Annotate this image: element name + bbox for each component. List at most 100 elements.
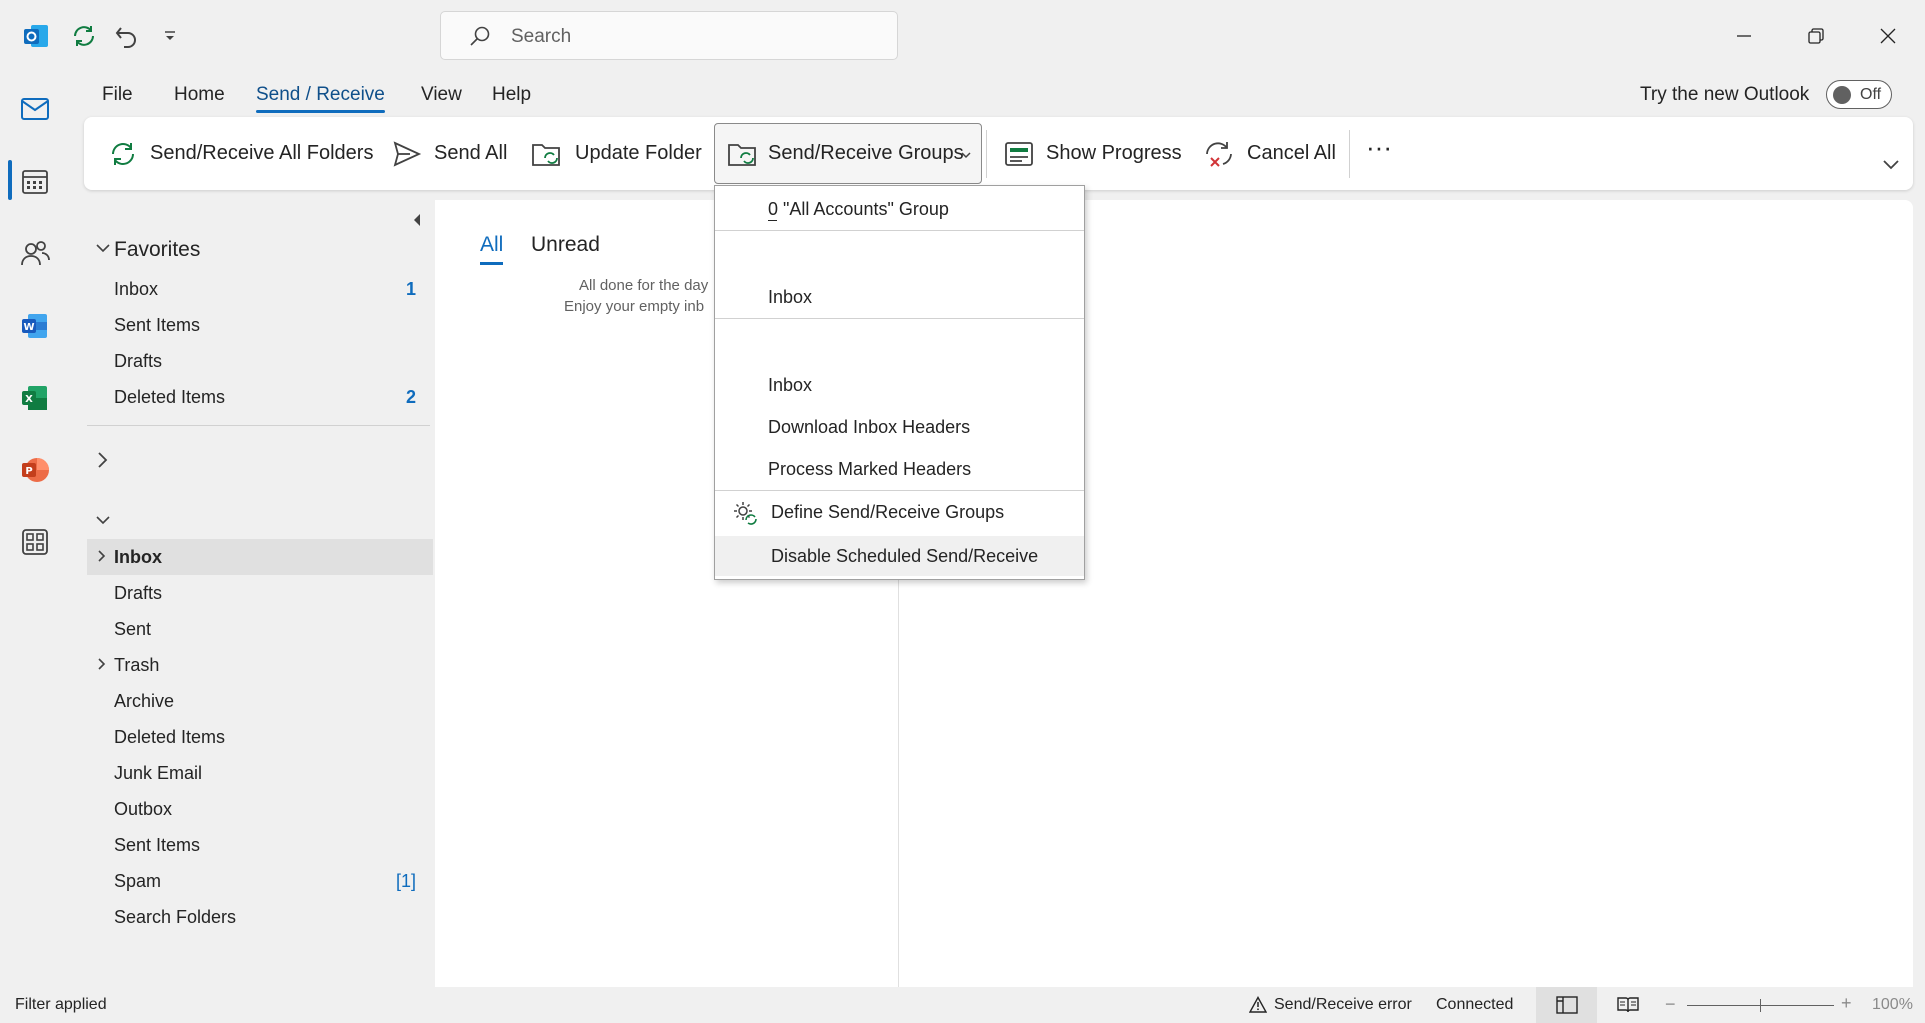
send-receive-error[interactable]: Send/Receive error: [1274, 996, 1412, 1014]
apps-icon[interactable]: [14, 521, 56, 563]
menu-item-process-marked-headers[interactable]: Process Marked Headers: [715, 449, 1084, 489]
menu-item-label: 0 "All Accounts" Group: [768, 198, 949, 219]
tab-help[interactable]: Help: [492, 84, 531, 106]
mail-icon[interactable]: [14, 88, 56, 130]
update-folder-button[interactable]: Update Folder: [531, 117, 702, 190]
powerpoint-icon[interactable]: P: [14, 449, 56, 491]
folder-label: Archive: [114, 690, 175, 711]
folder-item[interactable]: Outbox: [87, 791, 433, 827]
zoom-in-icon[interactable]: +: [1841, 993, 1852, 1014]
people-icon[interactable]: [14, 232, 56, 274]
new-outlook-toggle[interactable]: Off: [1826, 80, 1892, 109]
tab-file[interactable]: File: [102, 84, 133, 106]
folder-item[interactable]: Deleted Items: [87, 719, 433, 755]
folder-label: Sent Items: [114, 314, 201, 335]
more-options-button[interactable]: ···: [1366, 111, 1392, 184]
folder-item[interactable]: Sent: [87, 611, 433, 647]
menu-item-download-inbox-headers[interactable]: Download Inbox Headers: [715, 407, 1084, 447]
normal-view-button[interactable]: [1536, 987, 1597, 1023]
define-groups-icon: [732, 500, 758, 526]
menu-separator: [715, 318, 1084, 319]
favorite-item[interactable]: Sent Items: [87, 307, 433, 343]
app-rail: W X P: [0, 72, 70, 987]
tab-send-receive[interactable]: Send / Receive: [256, 84, 385, 113]
sync-icon[interactable]: [68, 20, 100, 52]
reading-view-icon[interactable]: [1617, 996, 1639, 1014]
search-input[interactable]: Search: [440, 11, 898, 60]
show-progress-button[interactable]: Show Progress: [1004, 117, 1182, 190]
chevron-down-icon[interactable]: [1882, 159, 1900, 171]
chevron-right-icon[interactable]: [97, 451, 109, 469]
accelerator-underline: [768, 220, 777, 221]
show-progress-label: Show Progress: [1046, 142, 1182, 164]
svg-text:X: X: [25, 394, 33, 405]
folder-item[interactable]: Drafts: [87, 575, 433, 611]
tab-view[interactable]: View: [421, 84, 462, 106]
folder-label: Deleted Items: [114, 726, 226, 747]
folder-item[interactable]: Junk Email: [87, 755, 433, 791]
send-receive-all-folders-button[interactable]: Send/Receive All Folders: [108, 117, 373, 190]
chevron-down-icon: [95, 243, 111, 255]
chevron-down-icon[interactable]: [95, 515, 111, 527]
undo-icon[interactable]: [111, 20, 143, 52]
cancel-all-button[interactable]: Cancel All: [1203, 117, 1336, 190]
minimize-icon[interactable]: [1726, 18, 1762, 54]
zoom-level[interactable]: 100%: [1872, 996, 1913, 1014]
zoom-slider-thumb[interactable]: [1760, 999, 1761, 1012]
close-icon[interactable]: [1870, 18, 1906, 54]
menu-item-inbox[interactable]: Inbox: [715, 365, 1084, 405]
menu-item-all-accounts-group[interactable]: 0 "All Accounts" Group: [715, 189, 1084, 229]
send-receive-groups-menu: 0 "All Accounts" Group Inbox Inbox Downl…: [714, 185, 1085, 580]
menu-item-disable-scheduled[interactable]: Disable Scheduled Send/Receive: [715, 536, 1084, 576]
customize-quick-access-icon[interactable]: [154, 20, 186, 52]
menu-item-label: Define Send/Receive Groups: [771, 501, 1005, 522]
menu-item-define-groups[interactable]: Define Send/Receive Groups: [715, 492, 1084, 532]
warning-icon: [1249, 996, 1267, 1014]
excel-icon[interactable]: X: [14, 377, 56, 419]
favorite-item[interactable]: Drafts: [87, 343, 433, 379]
chevron-right-icon[interactable]: [97, 549, 107, 563]
folder-item[interactable]: Archive: [87, 683, 433, 719]
folder-label: Drafts: [114, 582, 163, 603]
send-all-button[interactable]: Send All: [392, 117, 507, 190]
folder-item[interactable]: Trash: [87, 647, 433, 683]
empty-state-line-2: Enjoy your empty inb: [564, 298, 705, 315]
connection-status: Connected: [1436, 996, 1514, 1013]
favorite-item[interactable]: Deleted Items 2: [87, 379, 433, 415]
word-icon[interactable]: W: [14, 305, 56, 347]
favorites-header[interactable]: Favorites: [95, 233, 425, 265]
folder-label: Drafts: [114, 350, 163, 371]
ribbon: Send/Receive All Folders Send All Update…: [84, 117, 1913, 190]
tab-unread[interactable]: Unread: [531, 233, 600, 257]
folder-item[interactable]: Inbox: [87, 539, 433, 575]
outlook-logo-icon: [20, 20, 52, 52]
collapse-pane-icon[interactable]: [411, 212, 423, 228]
tab-home[interactable]: Home: [174, 84, 225, 106]
chevron-right-icon[interactable]: [97, 657, 107, 671]
folder-label: Inbox: [114, 546, 162, 567]
favorite-item[interactable]: Inbox 1: [87, 271, 433, 307]
svg-text:P: P: [25, 466, 32, 477]
tab-all[interactable]: All: [480, 233, 504, 265]
menu-separator: [715, 230, 1084, 231]
search-placeholder: Search: [511, 26, 572, 47]
folder-label: Sent: [114, 618, 152, 639]
send-receive-groups-button[interactable]: Send/Receive Groups: [714, 123, 982, 184]
folder-item[interactable]: Sent Items: [87, 827, 433, 863]
zoom-out-icon[interactable]: −: [1665, 994, 1676, 1015]
unread-count: [1]: [395, 870, 416, 891]
send-receive-groups-label: Send/Receive Groups: [768, 142, 964, 164]
menu-item-inbox[interactable]: Inbox: [715, 277, 1084, 317]
send-all-label: Send All: [434, 142, 508, 164]
filter-status: Filter applied: [15, 996, 107, 1013]
calendar-icon[interactable]: [14, 160, 56, 202]
rail-active-indicator: [8, 160, 12, 200]
folder-label: Inbox: [114, 278, 159, 299]
menu-account-heading: [715, 320, 1084, 360]
folder-item[interactable]: Search Folders: [87, 899, 433, 935]
menu-item-label: Disable Scheduled Send/Receive: [771, 545, 1039, 566]
restore-icon[interactable]: [1798, 18, 1834, 54]
folder-label: Junk Email: [114, 762, 203, 783]
try-new-outlook-label: Try the new Outlook: [1640, 84, 1810, 105]
folder-item[interactable]: Spam [1]: [87, 863, 433, 899]
